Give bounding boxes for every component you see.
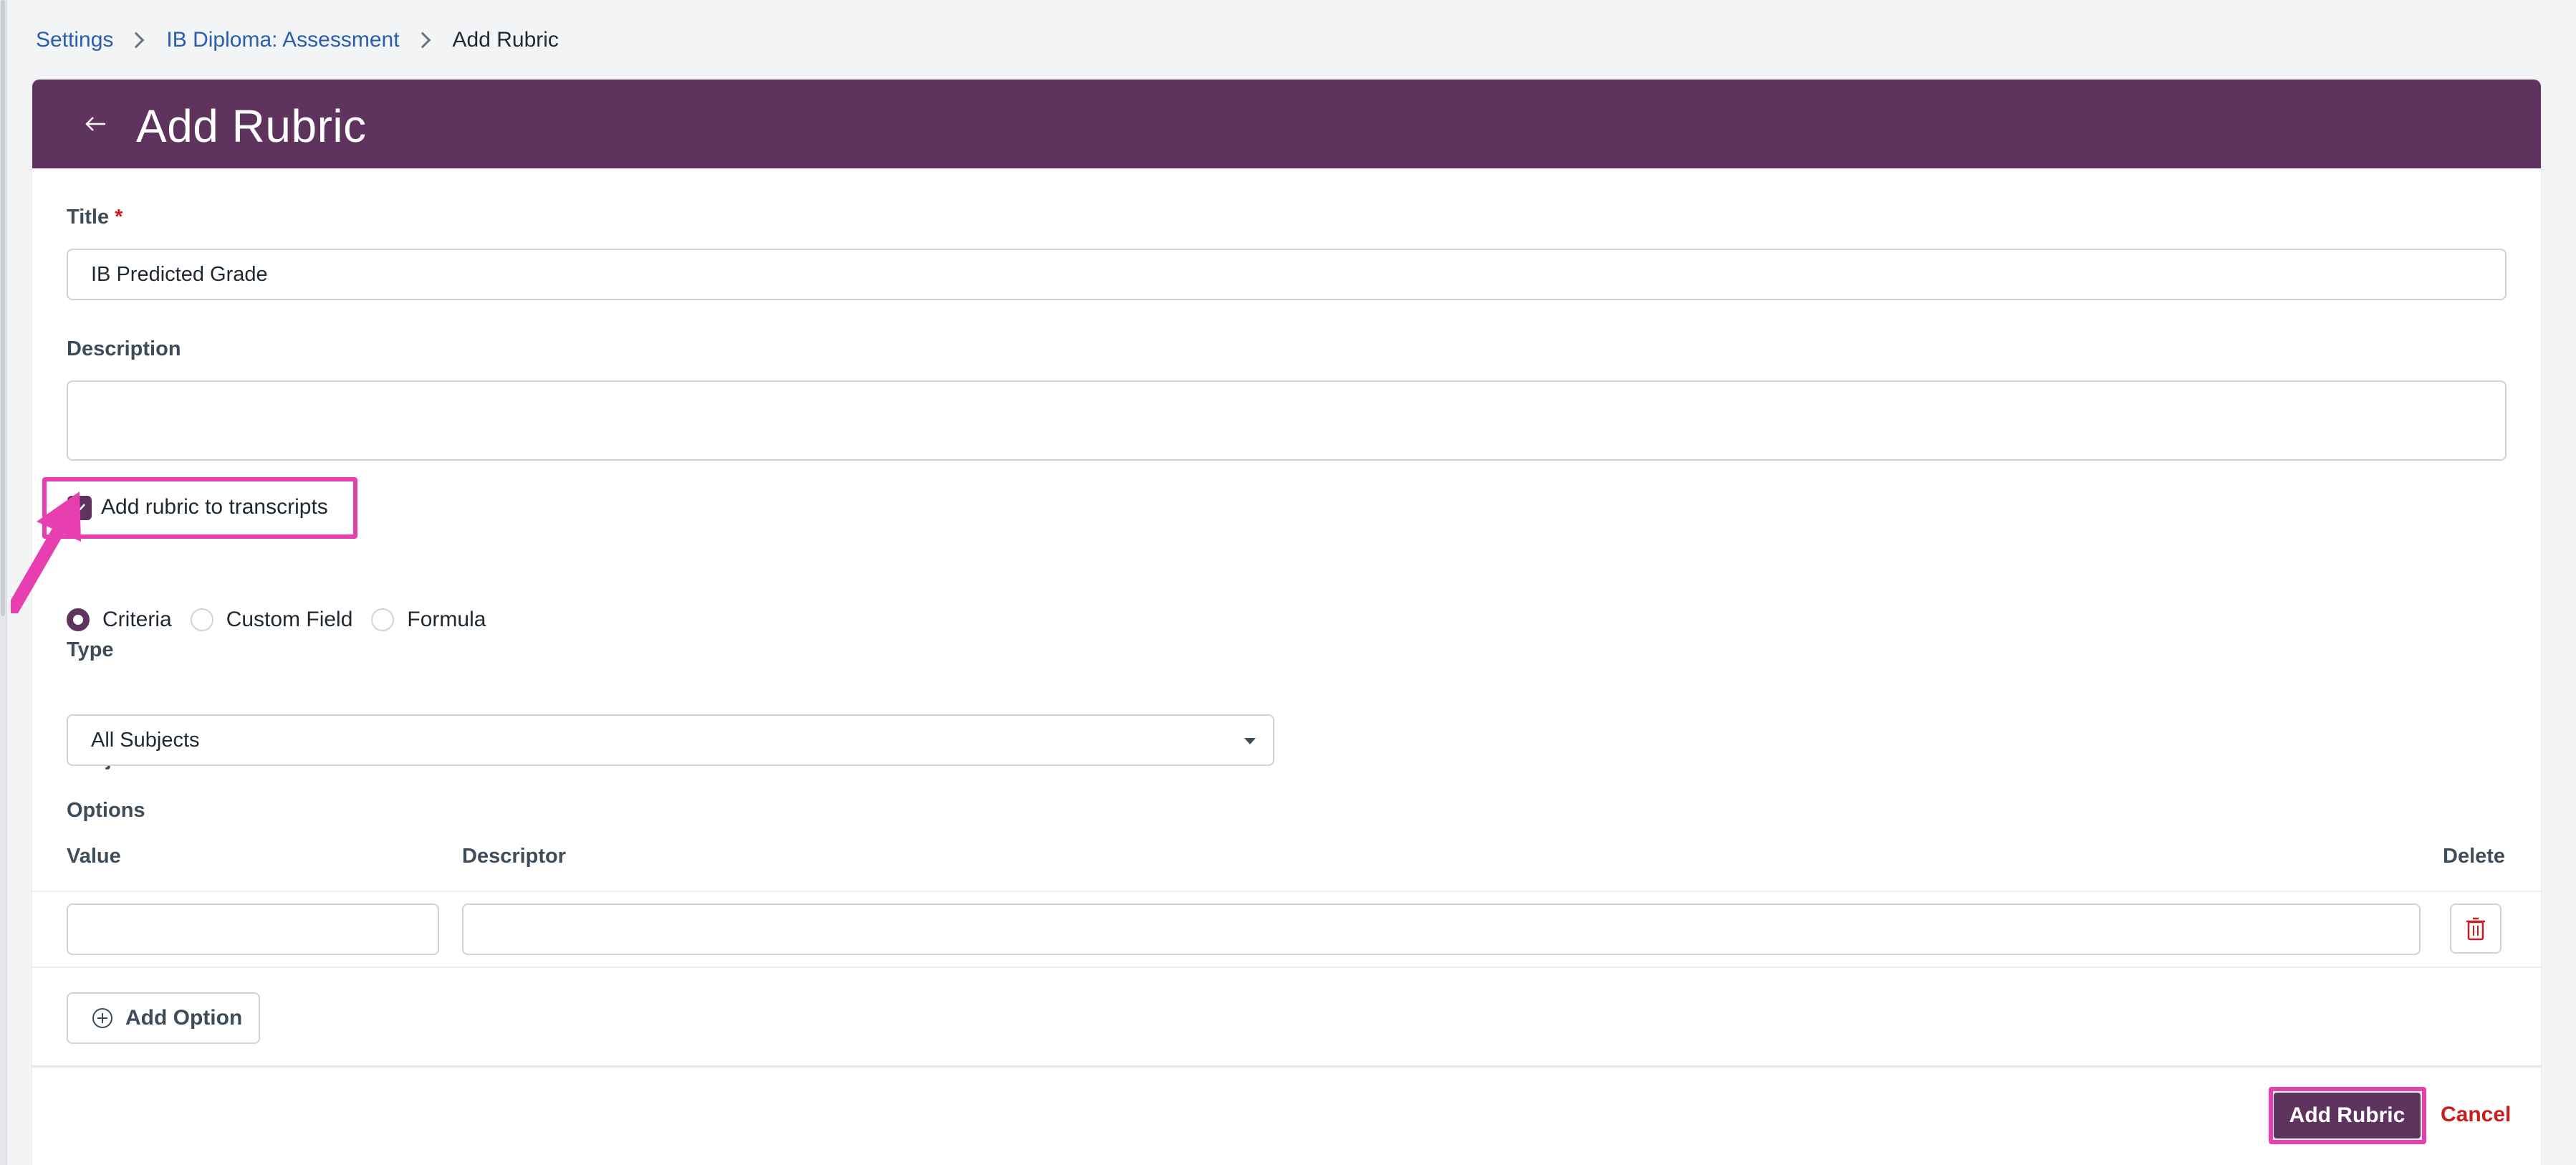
cancel-button[interactable]: Cancel [2441,1103,2511,1127]
plus-circle-icon [92,1008,112,1028]
delete-option-button[interactable] [2450,903,2501,954]
add-rubric-button[interactable]: Add Rubric [2274,1093,2421,1138]
option-value-input[interactable] [67,903,439,955]
title-input[interactable]: IB Predicted Grade [67,249,2507,300]
description-textarea[interactable] [67,380,2507,461]
breadcrumb-settings[interactable]: Settings [36,28,113,52]
options-column-value: Value [67,845,121,868]
page-header: Add Rubric [32,80,2541,168]
type-option-label: Formula [407,608,486,631]
title-label-text: Title [67,206,110,229]
options-label: Options [67,799,145,822]
type-option-label: Criteria [102,608,172,631]
type-option-criteria[interactable]: Criteria [67,608,172,632]
page-scrollbar[interactable] [0,0,7,1165]
type-option-label: Custom Field [226,608,353,631]
option-descriptor-input[interactable] [462,903,2421,955]
breadcrumb: Settings IB Diploma: Assessment Add Rubr… [36,26,559,54]
add-option-button[interactable]: Add Option [67,992,260,1044]
options-row-divider [32,891,2541,892]
add-to-transcripts-label[interactable]: Add rubric to transcripts [101,495,328,519]
add-option-label: Add Option [125,1006,243,1030]
rubric-form-card: Add Rubric Title * IB Predicted Grade Des… [11,80,2541,1165]
description-label: Description [67,337,181,360]
title-input-value: IB Predicted Grade [91,262,268,286]
trash-icon [2466,917,2485,941]
options-column-delete: Delete [2443,845,2506,868]
options-column-descriptor: Descriptor [462,845,567,868]
type-option-formula[interactable]: Formula [371,608,486,632]
scrollbar-thumb[interactable] [1,0,5,616]
caret-down-icon [1244,738,1256,744]
annotation-arrow-icon [11,492,81,613]
chevron-right-icon [128,32,145,49]
subject-select-value: All Subjects [91,728,200,752]
options-row-divider [32,967,2541,968]
arrow-left-icon[interactable] [81,110,110,138]
breadcrumb-current: Add Rubric [452,28,559,52]
footer-divider [32,1065,2541,1068]
radio-icon[interactable] [371,608,395,631]
radio-icon[interactable] [190,608,213,631]
chevron-right-icon [414,32,431,49]
type-radio-group: Criteria Custom Field Formula [67,605,504,634]
type-option-custom-field[interactable]: Custom Field [190,608,353,632]
type-label: Type [67,638,114,661]
radio-selected-icon[interactable] [67,608,90,631]
title-label: Title * [67,206,122,229]
subject-select[interactable]: All Subjects [67,714,1274,766]
breadcrumb-ib-diploma-assessment[interactable]: IB Diploma: Assessment [166,28,399,52]
required-mark: * [115,206,123,229]
page-title: Add Rubric [136,100,367,152]
